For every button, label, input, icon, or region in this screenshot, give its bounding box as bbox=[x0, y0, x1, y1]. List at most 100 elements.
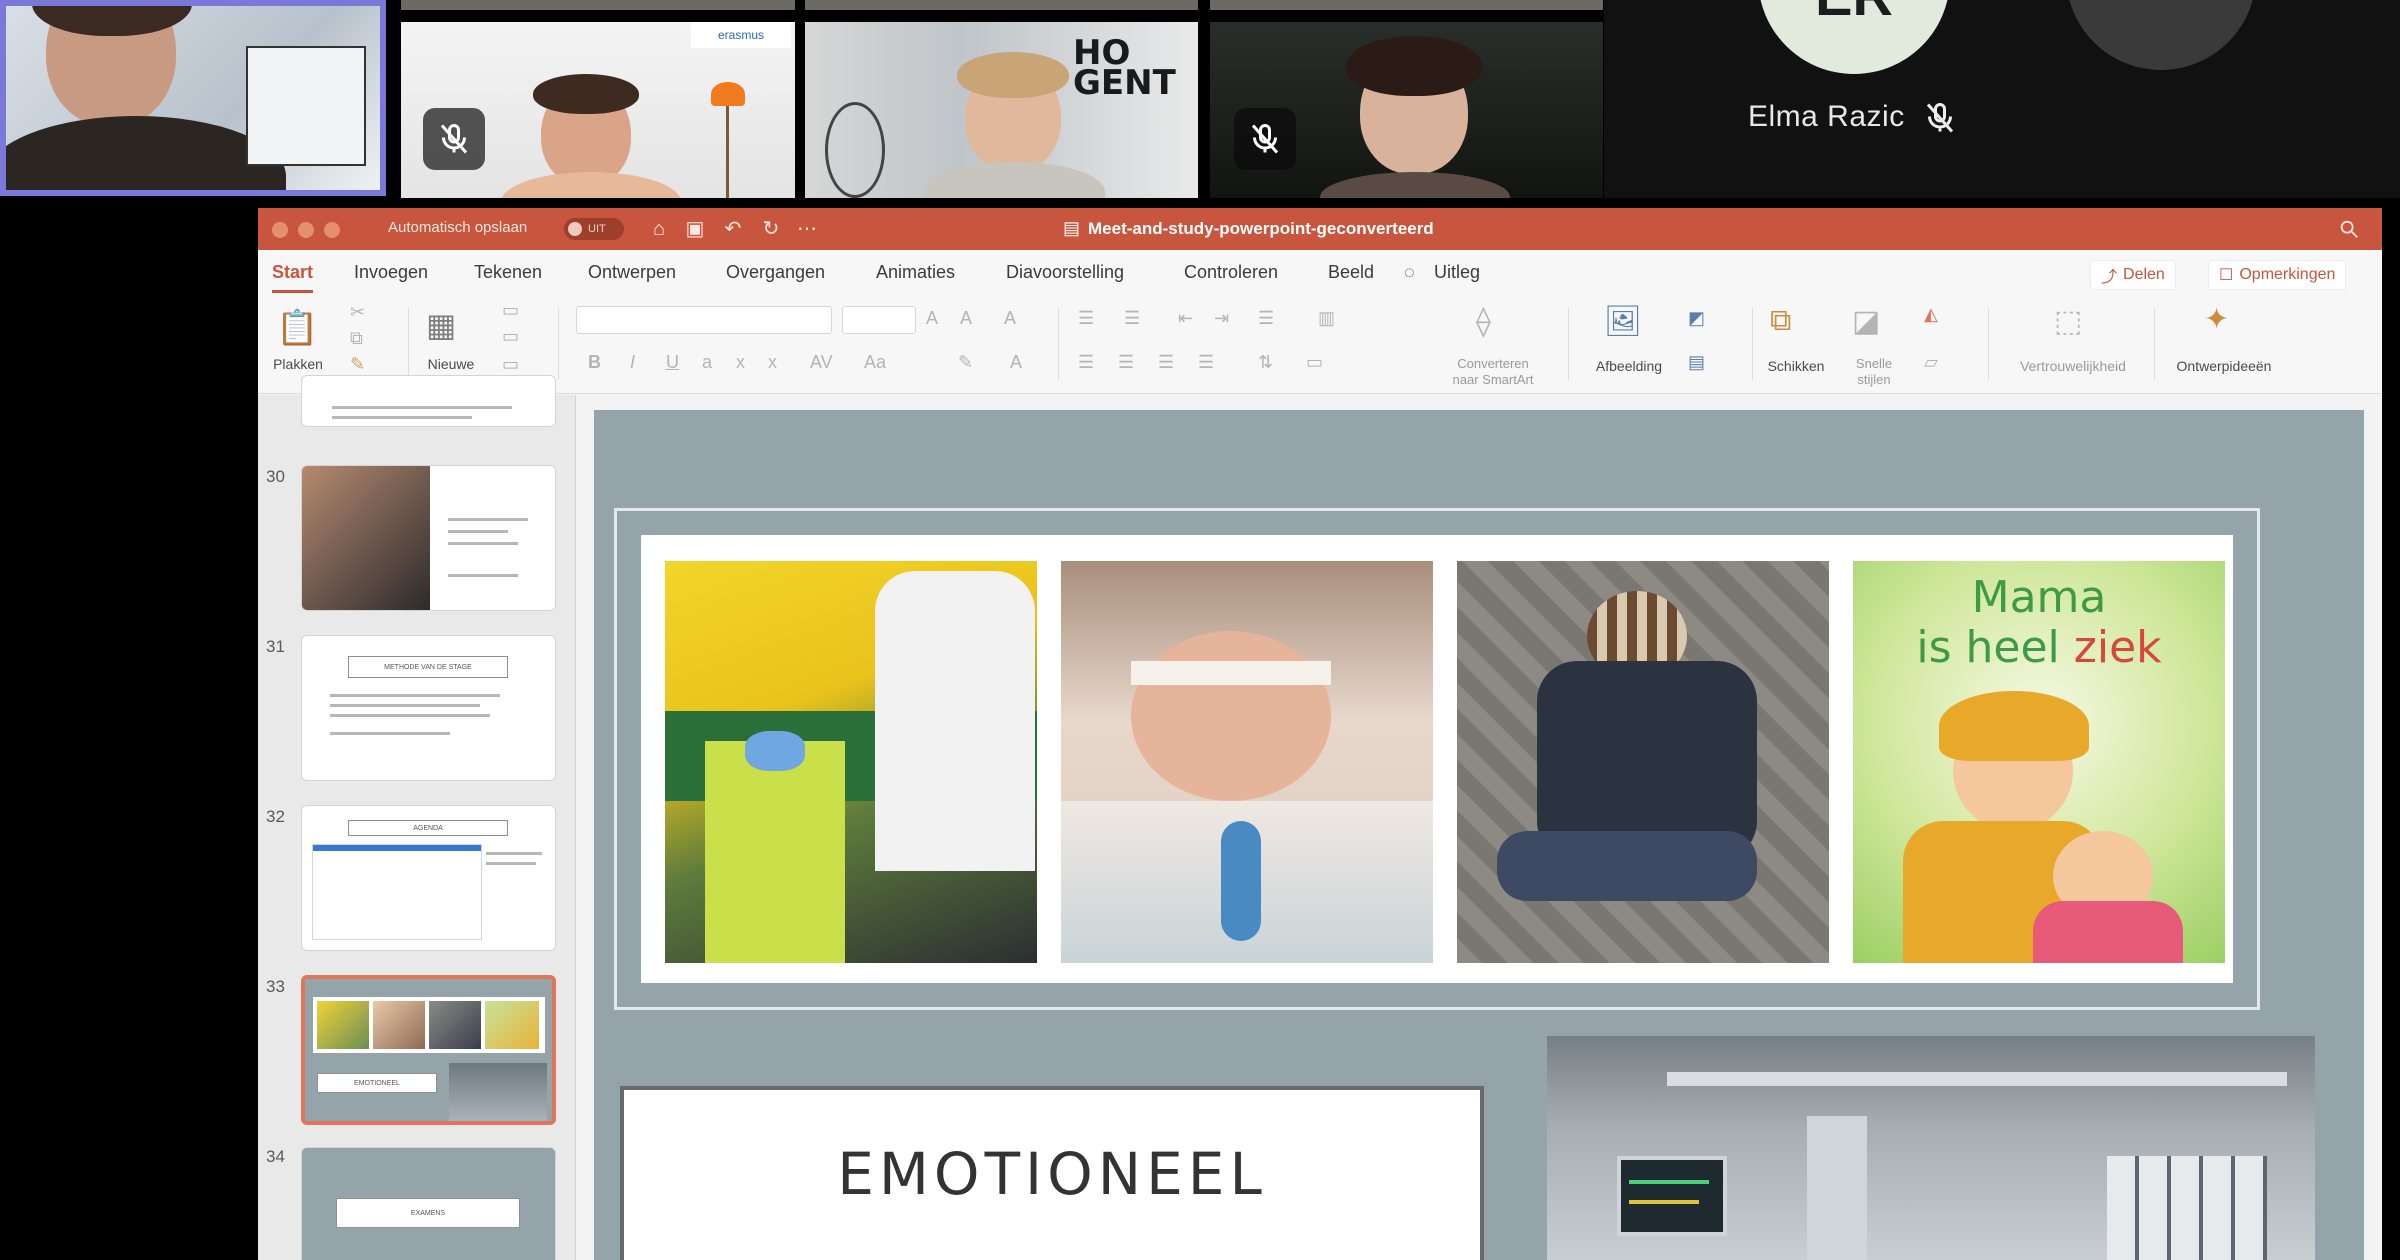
increase-indent-icon[interactable]: ⇥ bbox=[1214, 308, 1229, 329]
arrange-icon[interactable]: ⧉ bbox=[1770, 304, 1791, 338]
thumb-text-line bbox=[330, 704, 480, 707]
convert-smartart-label[interactable]: Converteren naar SmartArt bbox=[1438, 356, 1548, 388]
bullets-icon[interactable]: ☰ bbox=[1078, 308, 1094, 329]
home-icon[interactable]: ⌂ bbox=[646, 217, 672, 241]
underline-icon[interactable]: U bbox=[666, 352, 679, 373]
quick-styles-icon[interactable]: ◪ bbox=[1852, 304, 1880, 339]
tab-diavoorstelling[interactable]: Diavoorstelling bbox=[1006, 262, 1124, 283]
picture-label[interactable]: Afbeelding bbox=[1584, 358, 1674, 374]
save-icon[interactable]: ▣ bbox=[682, 217, 708, 241]
decrease-font-icon[interactable]: A bbox=[960, 308, 972, 329]
slide-thumbnail[interactable] bbox=[301, 465, 556, 611]
thumb-text-line bbox=[448, 518, 528, 521]
homeless-photo[interactable] bbox=[1457, 561, 1829, 963]
tab-controleren[interactable]: Controleren bbox=[1184, 262, 1278, 283]
font-color-icon[interactable]: A bbox=[1010, 352, 1022, 373]
picture-icon[interactable]: 🖼 bbox=[1604, 304, 1642, 339]
format-painter-icon[interactable]: ✎ bbox=[350, 354, 365, 375]
align-left-icon[interactable]: ☰ bbox=[1078, 352, 1094, 373]
baby-photo[interactable] bbox=[1061, 561, 1433, 963]
text-direction-icon[interactable]: ⇅ bbox=[1258, 352, 1273, 373]
align-right-icon[interactable]: ☰ bbox=[1158, 352, 1174, 373]
highlight-icon[interactable]: ✎ bbox=[958, 352, 973, 373]
emotioneel-textbox[interactable]: EMOTIONEEL bbox=[620, 1086, 1484, 1260]
columns-icon[interactable]: ▥ bbox=[1318, 308, 1335, 329]
subscript-icon[interactable]: x bbox=[768, 352, 777, 373]
increase-font-icon[interactable]: A bbox=[926, 308, 938, 329]
font-name-select[interactable] bbox=[576, 306, 832, 334]
quick-styles-label[interactable]: Snelle stijlen bbox=[1840, 356, 1908, 388]
decrease-indent-icon[interactable]: ⇤ bbox=[1178, 308, 1193, 329]
tab-start[interactable]: Start bbox=[272, 262, 314, 293]
textbox-icon[interactable]: ▤ bbox=[1688, 352, 1705, 373]
tab-tekenen[interactable]: Tekenen bbox=[474, 262, 542, 283]
layout-icon[interactable]: ▭ bbox=[502, 300, 519, 321]
more-icon[interactable]: ⋯ bbox=[794, 217, 820, 241]
undo-icon[interactable]: ↶ bbox=[720, 217, 746, 241]
share-button[interactable]: ⤴ Delen bbox=[2090, 260, 2176, 290]
cut-icon[interactable]: ✂ bbox=[350, 302, 365, 323]
thumb-text-line bbox=[330, 714, 490, 717]
align-text-icon[interactable]: ▭ bbox=[1306, 352, 1323, 373]
justify-icon[interactable]: ☰ bbox=[1198, 352, 1214, 373]
font-size-select[interactable] bbox=[842, 306, 916, 334]
paste-icon[interactable]: 📋 bbox=[276, 308, 318, 348]
section-icon[interactable]: ▭ bbox=[502, 354, 519, 375]
tab-overgangen[interactable]: Overgangen bbox=[726, 262, 825, 283]
redo-icon[interactable]: ↻ bbox=[758, 217, 784, 241]
window-close-button[interactable] bbox=[272, 222, 288, 238]
numbering-icon[interactable]: ☰ bbox=[1124, 308, 1140, 329]
sensitivity-icon[interactable]: ⬚ bbox=[2054, 304, 2082, 339]
window-zoom-button[interactable] bbox=[324, 222, 340, 238]
slide-thumbnail[interactable] bbox=[301, 375, 556, 427]
window-minimize-button[interactable] bbox=[298, 222, 314, 238]
paste-label[interactable]: Plakken bbox=[270, 356, 326, 372]
superscript-icon[interactable]: x bbox=[736, 352, 745, 373]
clear-format-icon[interactable]: A bbox=[1004, 308, 1016, 329]
slide-canvas[interactable]: Mama is heel ziek EMOTIONEEL bbox=[594, 410, 2364, 1260]
bold-icon[interactable]: B bbox=[588, 352, 601, 373]
shape-outline-icon[interactable]: ▱ bbox=[1924, 352, 1938, 373]
tab-ontwerpen[interactable]: Ontwerpen bbox=[588, 262, 676, 283]
thumb-text-line bbox=[448, 542, 518, 545]
video-tile-3[interactable]: HO GENT bbox=[805, 22, 1198, 198]
comments-button[interactable]: ☐ Opmerkingen bbox=[2208, 260, 2347, 290]
search-icon[interactable] bbox=[2338, 218, 2360, 240]
thumb-photo bbox=[449, 1063, 547, 1121]
copy-icon[interactable]: ⧉ bbox=[350, 328, 363, 349]
reset-icon[interactable]: ▭ bbox=[502, 326, 519, 347]
smartart-icon[interactable]: ⟠ bbox=[1476, 304, 1491, 339]
slide-thumbnail[interactable]: EXAMENS bbox=[301, 1147, 556, 1260]
tab-uitleg[interactable]: Uitleg bbox=[1434, 262, 1480, 283]
book-cover-photo[interactable]: Mama is heel ziek bbox=[1853, 561, 2225, 963]
icu-photo[interactable] bbox=[1547, 1036, 2315, 1260]
line-spacing-icon[interactable]: ☰ bbox=[1258, 308, 1274, 329]
ambulance-photo[interactable] bbox=[665, 561, 1037, 963]
video-tile-4[interactable] bbox=[1210, 22, 1603, 198]
video-tile-active-speaker[interactable] bbox=[0, 0, 386, 196]
shapes-icon[interactable]: ◩ bbox=[1688, 308, 1705, 329]
slide-thumbnail-selected[interactable]: EMOTIONEEL bbox=[301, 975, 556, 1125]
tab-invoegen[interactable]: Invoegen bbox=[354, 262, 428, 283]
video-tile-2[interactable]: erasmus bbox=[401, 22, 795, 198]
tab-animaties[interactable]: Animaties bbox=[876, 262, 955, 283]
character-spacing-icon[interactable]: AV bbox=[810, 352, 833, 373]
slide-thumbnail[interactable]: AGENDA bbox=[301, 805, 556, 951]
autosave-toggle[interactable]: UIT bbox=[564, 218, 624, 240]
participant-avatar[interactable]: ER bbox=[1758, 0, 1950, 74]
tab-beeld[interactable]: Beeld bbox=[1328, 262, 1374, 283]
shape-fill-icon[interactable]: ◭ bbox=[1924, 304, 1938, 325]
design-ideas-icon[interactable]: ✦ bbox=[2204, 302, 2229, 337]
separator bbox=[1988, 308, 1989, 380]
change-case-icon[interactable]: Aa bbox=[864, 352, 886, 373]
new-slide-icon[interactable]: ▦ bbox=[426, 306, 456, 344]
arrange-label[interactable]: Schikken bbox=[1758, 358, 1834, 374]
align-center-icon[interactable]: ☰ bbox=[1118, 352, 1134, 373]
participant-avatar-2[interactable] bbox=[2066, 0, 2256, 70]
slide-thumbnail[interactable]: METHODE VAN DE STAGE bbox=[301, 635, 556, 781]
italic-icon[interactable]: I bbox=[630, 352, 635, 373]
design-ideas-label[interactable]: Ontwerpideeën bbox=[2164, 358, 2284, 374]
sensitivity-label[interactable]: Vertrouwelijkheid bbox=[1998, 358, 2148, 374]
book-title-ziek: ziek bbox=[2073, 622, 2162, 673]
strikethrough-icon[interactable]: a bbox=[702, 352, 712, 373]
